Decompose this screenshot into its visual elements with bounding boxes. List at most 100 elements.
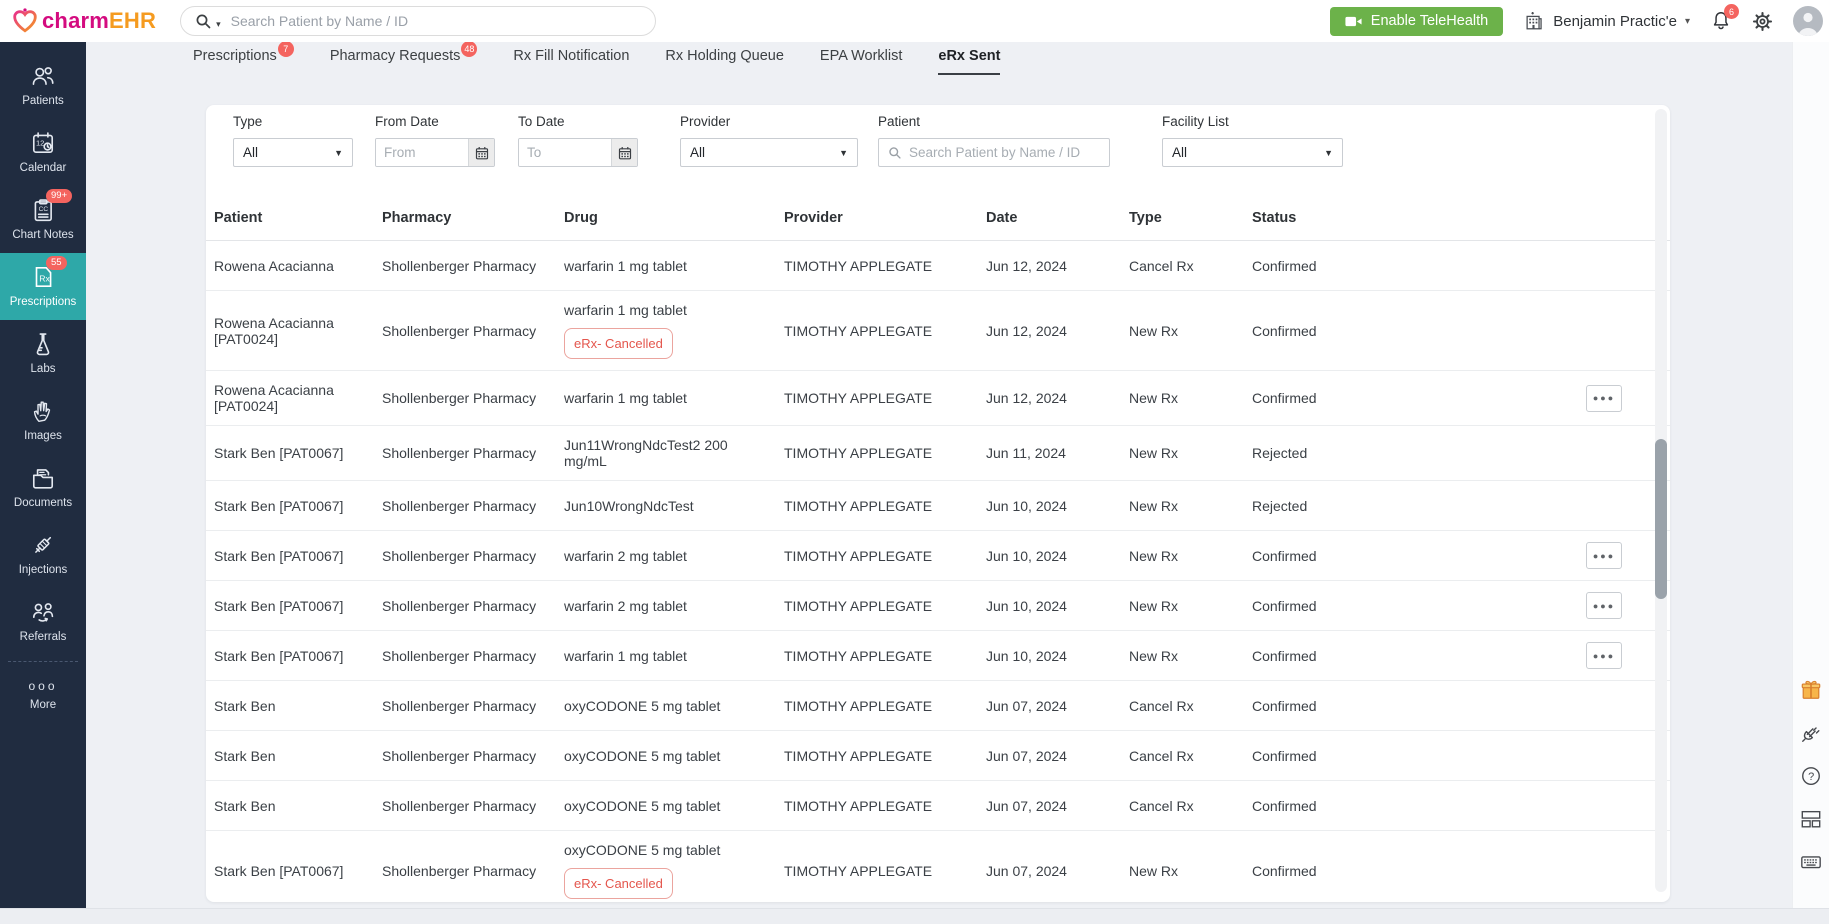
cell-type: New Rx xyxy=(1125,498,1248,514)
row-menu-button[interactable]: ●●● xyxy=(1586,542,1622,569)
referrals-icon xyxy=(30,599,56,625)
sidebar-item-prescriptions[interactable]: Rx 55 Prescriptions xyxy=(0,253,86,320)
search-icon xyxy=(195,13,212,30)
cell-provider: TIMOTHY APPLEGATE xyxy=(780,445,982,461)
integrations-plug-icon[interactable] xyxy=(1799,721,1823,745)
select-caret-icon: ▼ xyxy=(839,148,848,158)
notifications-button[interactable]: 6 xyxy=(1710,10,1732,32)
row-menu-button[interactable]: ●●● xyxy=(1586,385,1622,412)
to-date-input[interactable] xyxy=(519,139,611,166)
tab-rx-holding-queue[interactable]: Rx Holding Queue xyxy=(665,48,784,75)
sidebar-item-chart-notes[interactable]: CC 99+ Chart Notes xyxy=(0,186,86,253)
cell-provider: TIMOTHY APPLEGATE xyxy=(780,863,982,879)
cell-status: Confirmed xyxy=(1248,698,1398,714)
cell-type: Cancel Rx xyxy=(1125,698,1248,714)
cell-type: New Rx xyxy=(1125,390,1248,406)
tab-pharmacy-requests[interactable]: Pharmacy Requests48 xyxy=(330,48,478,75)
row-menu-button[interactable]: ●●● xyxy=(1586,642,1622,669)
drug-name: Jun10WrongNdcTest xyxy=(564,498,694,514)
svg-text:12: 12 xyxy=(36,139,44,148)
help-icon[interactable]: ? xyxy=(1799,764,1823,788)
table-row[interactable]: Stark Ben Shollenberger Pharmacy oxyCODO… xyxy=(206,781,1670,831)
cell-type: New Rx xyxy=(1125,548,1248,564)
global-search-input[interactable] xyxy=(231,13,641,29)
user-avatar[interactable] xyxy=(1793,6,1823,36)
table-row[interactable]: Stark Ben Shollenberger Pharmacy oxyCODO… xyxy=(206,731,1670,781)
cell-provider: TIMOTHY APPLEGATE xyxy=(780,698,982,714)
keyboard-icon[interactable] xyxy=(1799,850,1823,874)
svg-text:CC: CC xyxy=(39,206,49,213)
provider-filter-select[interactable]: All▼ xyxy=(680,138,858,167)
from-date-calendar-button[interactable] xyxy=(468,139,494,166)
enable-telehealth-button[interactable]: Enable TeleHealth xyxy=(1330,7,1503,36)
table-row[interactable]: Stark Ben [PAT0067] Shollenberger Pharma… xyxy=(206,481,1670,531)
charmehr-logo: charmEHR xyxy=(12,8,156,34)
table-row[interactable]: Rowena Acacianna [PAT0024] Shollenberger… xyxy=(206,371,1670,426)
column-header-drug: Drug xyxy=(560,210,780,226)
sidebar-item-more[interactable]: ooo More xyxy=(0,668,86,723)
cell-pharmacy: Shollenberger Pharmacy xyxy=(378,598,560,614)
practice-selector[interactable]: Benjamin Practic'e ▾ xyxy=(1523,10,1690,32)
tab-epa-worklist[interactable]: EPA Worklist xyxy=(820,48,902,75)
drug-name: warfarin 2 mg tablet xyxy=(564,598,687,614)
chart-notes-count-badge: 99+ xyxy=(46,189,72,203)
tab-erx-sent[interactable]: eRx Sent xyxy=(938,48,1000,75)
cell-pharmacy: Shollenberger Pharmacy xyxy=(378,863,560,879)
table-row[interactable]: Stark Ben Shollenberger Pharmacy oxyCODO… xyxy=(206,681,1670,731)
patient-filter-input[interactable] xyxy=(909,145,1100,160)
cell-provider: TIMOTHY APPLEGATE xyxy=(780,498,982,514)
cell-date: Jun 12, 2024 xyxy=(982,323,1125,339)
sidebar-item-calendar[interactable]: 12 Calendar xyxy=(0,119,86,186)
sidebar-item-documents[interactable]: Documents xyxy=(0,454,86,521)
layout-panels-icon[interactable] xyxy=(1799,807,1823,831)
video-camera-icon xyxy=(1345,14,1362,29)
cell-type: New Rx xyxy=(1125,648,1248,664)
row-menu-button[interactable]: ●●● xyxy=(1586,592,1622,619)
table-row[interactable]: Rowena Acacianna Shollenberger Pharmacy … xyxy=(206,241,1670,291)
patients-icon xyxy=(30,63,56,89)
sidebar-item-injections[interactable]: Injections xyxy=(0,521,86,588)
calendar-icon: 12 xyxy=(30,130,56,156)
cell-status: Confirmed xyxy=(1248,598,1398,614)
whats-new-gift-icon[interactable] xyxy=(1799,678,1823,702)
tab-rx-fill-notification[interactable]: Rx Fill Notification xyxy=(513,48,629,75)
tab-prescriptions[interactable]: Prescriptions7 xyxy=(193,48,294,75)
svg-text:Rx: Rx xyxy=(39,273,50,283)
cell-patient: Stark Ben xyxy=(210,748,378,764)
cell-status: Confirmed xyxy=(1248,863,1398,879)
table-row[interactable]: Stark Ben [PAT0067] Shollenberger Pharma… xyxy=(206,831,1670,902)
table-row[interactable]: Stark Ben [PAT0067] Shollenberger Pharma… xyxy=(206,631,1670,681)
svg-text:?: ? xyxy=(1808,771,1814,783)
table-row[interactable]: Stark Ben [PAT0067] Shollenberger Pharma… xyxy=(206,581,1670,631)
to-date-calendar-button[interactable] xyxy=(611,139,637,166)
sidebar-item-images[interactable]: Images xyxy=(0,387,86,454)
settings-button[interactable] xyxy=(1752,11,1773,32)
sidebar-item-referrals[interactable]: Referrals xyxy=(0,588,86,655)
type-filter-select[interactable]: All▼ xyxy=(233,138,353,167)
sidebar-item-patients[interactable]: Patients xyxy=(0,52,86,119)
cell-drug: oxyCODONE 5 mg tablet eRx- Cancelled xyxy=(560,748,780,764)
table-scrollbar[interactable] xyxy=(1655,109,1667,892)
drug-name: oxyCODONE 5 mg tablet xyxy=(564,798,720,814)
table-scrollbar-thumb[interactable] xyxy=(1655,439,1667,599)
calendar-icon xyxy=(475,146,489,160)
global-patient-search[interactable]: ▾ xyxy=(180,6,656,36)
table-row[interactable]: Stark Ben [PAT0067] Shollenberger Pharma… xyxy=(206,426,1670,481)
table-row[interactable]: Rowena Acacianna [PAT0024] Shollenberger… xyxy=(206,291,1670,371)
select-caret-icon: ▼ xyxy=(1324,148,1333,158)
from-date-input[interactable] xyxy=(376,139,468,166)
cell-patient: Stark Ben [PAT0067] xyxy=(210,445,378,461)
table-row[interactable]: Stark Ben [PAT0067] Shollenberger Pharma… xyxy=(206,531,1670,581)
facility-filter-select[interactable]: All▼ xyxy=(1162,138,1343,167)
sidebar-item-labs[interactable]: Labs xyxy=(0,320,86,387)
cell-patient: Rowena Acacianna xyxy=(210,258,378,274)
search-scope-caret-icon[interactable]: ▾ xyxy=(216,19,221,30)
cell-pharmacy: Shollenberger Pharmacy xyxy=(378,390,560,406)
cell-pharmacy: Shollenberger Pharmacy xyxy=(378,445,560,461)
cell-date: Jun 10, 2024 xyxy=(982,648,1125,664)
cell-drug: warfarin 2 mg tablet eRx- Cancelled xyxy=(560,548,780,564)
cell-drug: warfarin 1 mg tablet eRx- Cancelled xyxy=(560,302,780,359)
erx-table-body: Rowena Acacianna Shollenberger Pharmacy … xyxy=(206,241,1670,902)
right-utility-rail: ? xyxy=(1792,42,1829,908)
cell-status: Rejected xyxy=(1248,498,1398,514)
